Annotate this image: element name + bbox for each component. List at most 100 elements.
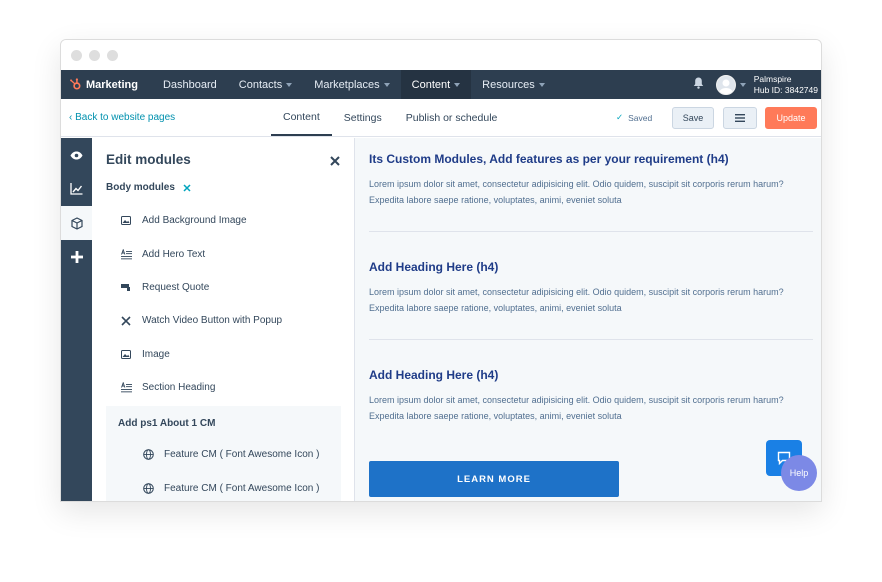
module-list: Add Background Image Add Hero Text Reque… bbox=[120, 204, 282, 404]
nav-item-content[interactable]: Content bbox=[400, 70, 472, 99]
module-item[interactable]: Request Quote bbox=[120, 271, 282, 304]
module-label: Watch Video Button with Popup bbox=[142, 315, 283, 327]
window-close-dot[interactable] bbox=[71, 49, 82, 61]
tab-label: Settings bbox=[343, 111, 382, 124]
notifications-bell-icon[interactable] bbox=[693, 77, 704, 92]
check-icon: ✓ bbox=[616, 112, 624, 122]
module-item[interactable]: Add Background Image bbox=[120, 204, 282, 237]
image-icon bbox=[120, 349, 132, 359]
module-item[interactable]: Image bbox=[120, 338, 282, 371]
update-button[interactable]: Update bbox=[765, 107, 817, 129]
nav-item-resources[interactable]: Resources bbox=[471, 70, 556, 99]
image-icon bbox=[120, 216, 132, 226]
close-icon bbox=[120, 316, 132, 326]
top-navigation: Marketing Dashboard Contacts Marketplace… bbox=[61, 70, 821, 99]
section-divider bbox=[369, 339, 813, 340]
saved-status: ✓ Saved bbox=[616, 112, 652, 123]
nav-brand-label: Marketing bbox=[86, 78, 138, 91]
rail-item-add[interactable] bbox=[61, 240, 92, 274]
cube-icon bbox=[70, 216, 83, 230]
window-zoom-dot[interactable] bbox=[107, 49, 118, 61]
editor-tabs: Content Settings Publish or schedule bbox=[271, 99, 509, 136]
section-label-text: Body modules bbox=[106, 182, 175, 193]
caret-down-icon bbox=[454, 82, 461, 87]
plus-icon bbox=[70, 251, 83, 263]
module-label: Add Hero Text bbox=[142, 248, 206, 260]
account-caret-down-icon[interactable] bbox=[739, 82, 746, 87]
nav-item-label: Content bbox=[411, 78, 451, 91]
editor-toolbar: ‹ Back to website pages Content Settings… bbox=[61, 99, 821, 137]
clear-icon[interactable] bbox=[183, 183, 191, 192]
panel-title: Edit modules bbox=[106, 152, 191, 167]
module-item[interactable]: Watch Video Button with Popup bbox=[120, 304, 282, 337]
section-text: Lorem ipsum dolor sit amet, consectetur … bbox=[369, 395, 784, 421]
rail-item-modules[interactable] bbox=[61, 206, 92, 240]
caret-down-icon bbox=[538, 82, 545, 87]
close-icon[interactable] bbox=[330, 153, 340, 171]
browser-window: Marketing Dashboard Contacts Marketplace… bbox=[60, 39, 822, 502]
page-preview: Its Custom Modules, Add features as per … bbox=[355, 138, 821, 501]
tab-content[interactable]: Content bbox=[271, 99, 332, 136]
nav-item-label: Dashboard bbox=[162, 78, 217, 91]
rail-item-analytics[interactable] bbox=[61, 172, 92, 206]
module-item[interactable]: Section Heading bbox=[120, 371, 282, 404]
module-item[interactable]: Add Hero Text bbox=[120, 237, 282, 270]
content-section[interactable]: Add Heading Here (h4) Lorem ipsum dolor … bbox=[369, 260, 813, 316]
account-name: Palmspire bbox=[753, 73, 792, 84]
section-heading: Add Heading Here (h4) bbox=[369, 260, 499, 274]
content-section[interactable]: Add Heading Here (h4) Lorem ipsum dolor … bbox=[369, 368, 813, 424]
section-heading: Its Custom Modules, Add features as per … bbox=[369, 152, 729, 166]
module-label: Request Quote bbox=[142, 281, 210, 293]
save-button[interactable]: Save bbox=[672, 107, 714, 129]
rail-item-preview[interactable] bbox=[61, 138, 92, 172]
hubspot-sprocket-icon bbox=[70, 78, 81, 90]
account-hub-id: Hub ID: 3842749 bbox=[753, 84, 818, 95]
tab-label: Publish or schedule bbox=[405, 111, 498, 124]
module-group-about[interactable]: Add ps1 About 1 CM Feature CM ( Font Awe… bbox=[106, 406, 341, 501]
back-to-website-pages-link[interactable]: ‹ Back to website pages bbox=[69, 112, 175, 123]
form-icon bbox=[120, 283, 132, 292]
window-titlebar bbox=[61, 40, 821, 70]
saved-label: Saved bbox=[628, 112, 653, 123]
tab-settings[interactable]: Settings bbox=[332, 99, 394, 136]
module-item[interactable]: Feature CM ( Font Awesome Icon ) bbox=[142, 438, 319, 471]
content-section[interactable]: Its Custom Modules, Add features as per … bbox=[369, 152, 813, 208]
section-divider bbox=[369, 231, 813, 232]
edit-modules-panel: Edit modules Body modules Add Background… bbox=[92, 138, 355, 501]
nav-item-dashboard[interactable]: Dashboard bbox=[152, 70, 228, 99]
eye-icon bbox=[70, 151, 83, 159]
tab-label: Content bbox=[283, 110, 320, 123]
globe-icon bbox=[142, 449, 154, 460]
user-avatar[interactable] bbox=[715, 74, 736, 95]
tab-publish-or-schedule[interactable]: Publish or schedule bbox=[394, 99, 510, 136]
group-title: Add ps1 About 1 CM bbox=[118, 418, 216, 429]
module-item[interactable]: Feature CM ( Font Awesome Icon ) bbox=[142, 471, 319, 501]
more-menu-button[interactable] bbox=[723, 107, 757, 129]
text-icon bbox=[120, 382, 132, 393]
text-icon bbox=[120, 248, 132, 260]
help-button[interactable]: Help bbox=[781, 455, 817, 491]
nav-brand-marketing[interactable]: Marketing bbox=[61, 70, 152, 99]
account-info[interactable]: Palmspire Hub ID: 3842749 bbox=[754, 74, 821, 96]
nav-item-label: Marketplaces bbox=[314, 78, 380, 91]
module-label: Image bbox=[142, 348, 170, 360]
caret-down-icon bbox=[286, 82, 293, 87]
nav-item-contacts[interactable]: Contacts bbox=[228, 70, 303, 99]
section-text: Lorem ipsum dolor sit amet, consectetur … bbox=[369, 179, 784, 205]
nav-item-label: Contacts bbox=[238, 78, 283, 91]
module-label: Feature CM ( Font Awesome Icon ) bbox=[164, 449, 320, 461]
sidebar-rail bbox=[61, 138, 92, 501]
nav-item-label: Resources bbox=[482, 78, 535, 91]
hamburger-icon bbox=[735, 114, 745, 122]
nav-item-marketplaces[interactable]: Marketplaces bbox=[303, 70, 400, 99]
module-label: Add Background Image bbox=[142, 215, 247, 227]
section-heading: Add Heading Here (h4) bbox=[369, 368, 499, 382]
window-minimize-dot[interactable] bbox=[89, 49, 100, 61]
nav-right-cluster: Palmspire Hub ID: 3842749 bbox=[693, 70, 821, 99]
module-label: Section Heading bbox=[142, 382, 216, 394]
learn-more-button[interactable]: LEARN MORE bbox=[369, 461, 619, 497]
globe-icon bbox=[142, 482, 154, 494]
body-modules-label: Body modules bbox=[106, 182, 191, 193]
group-module-list: Feature CM ( Font Awesome Icon ) Feature… bbox=[142, 438, 319, 501]
section-text: Lorem ipsum dolor sit amet, consectetur … bbox=[369, 287, 784, 313]
